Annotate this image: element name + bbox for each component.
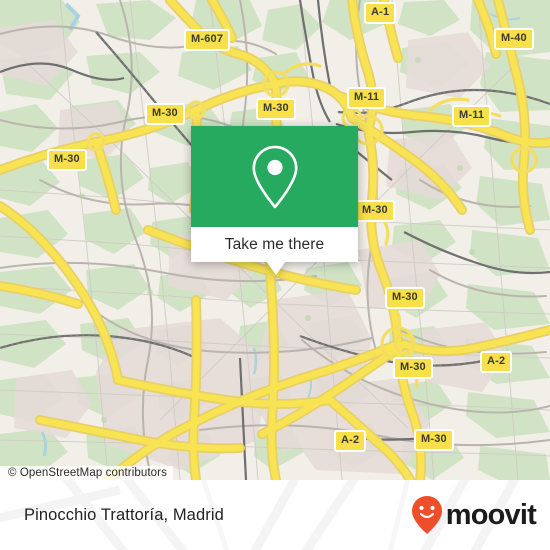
road-shield: M-30 xyxy=(414,429,454,451)
osm-attribution[interactable]: © OpenStreetMap contributors xyxy=(0,466,173,480)
popup-image-panel xyxy=(191,126,358,227)
popup-cta-label[interactable]: Take me there xyxy=(191,227,358,262)
road-shield: M-607 xyxy=(184,29,231,51)
road-shield: M-30 xyxy=(393,357,433,379)
moovit-wordmark: moovit xyxy=(445,498,537,531)
road-shield: A-1 xyxy=(364,2,397,24)
road-shield: M-30 xyxy=(355,200,395,222)
road-shield: M-30 xyxy=(256,98,296,120)
road-shield: M-30 xyxy=(47,149,87,171)
road-shield: M-40 xyxy=(494,28,534,50)
footer-bar: Pinocchio Trattoría, Madrid moovit xyxy=(0,480,550,550)
road-shield: M-11 xyxy=(452,105,492,127)
moovit-logo[interactable]: moovit xyxy=(410,480,537,550)
location-popup-card[interactable]: Take me there xyxy=(191,126,358,275)
map-pin-icon xyxy=(252,145,297,208)
map-screenshot: M-607 A-1 M-40 M-11 M-11 M-30 M-30 M-30 … xyxy=(0,0,550,550)
page-title: Pinocchio Trattoría, Madrid xyxy=(24,505,224,524)
map-canvas[interactable]: M-607 A-1 M-40 M-11 M-11 M-30 M-30 M-30 … xyxy=(0,0,550,480)
popup-pointer xyxy=(266,261,286,275)
road-shield: A-2 xyxy=(480,351,513,373)
road-shield: M-30 xyxy=(145,103,185,125)
road-shield: M-30 xyxy=(385,287,425,309)
road-shield: A-2 xyxy=(334,430,367,452)
road-shield: M-11 xyxy=(347,87,387,109)
moovit-pin-smile-icon xyxy=(411,496,442,534)
